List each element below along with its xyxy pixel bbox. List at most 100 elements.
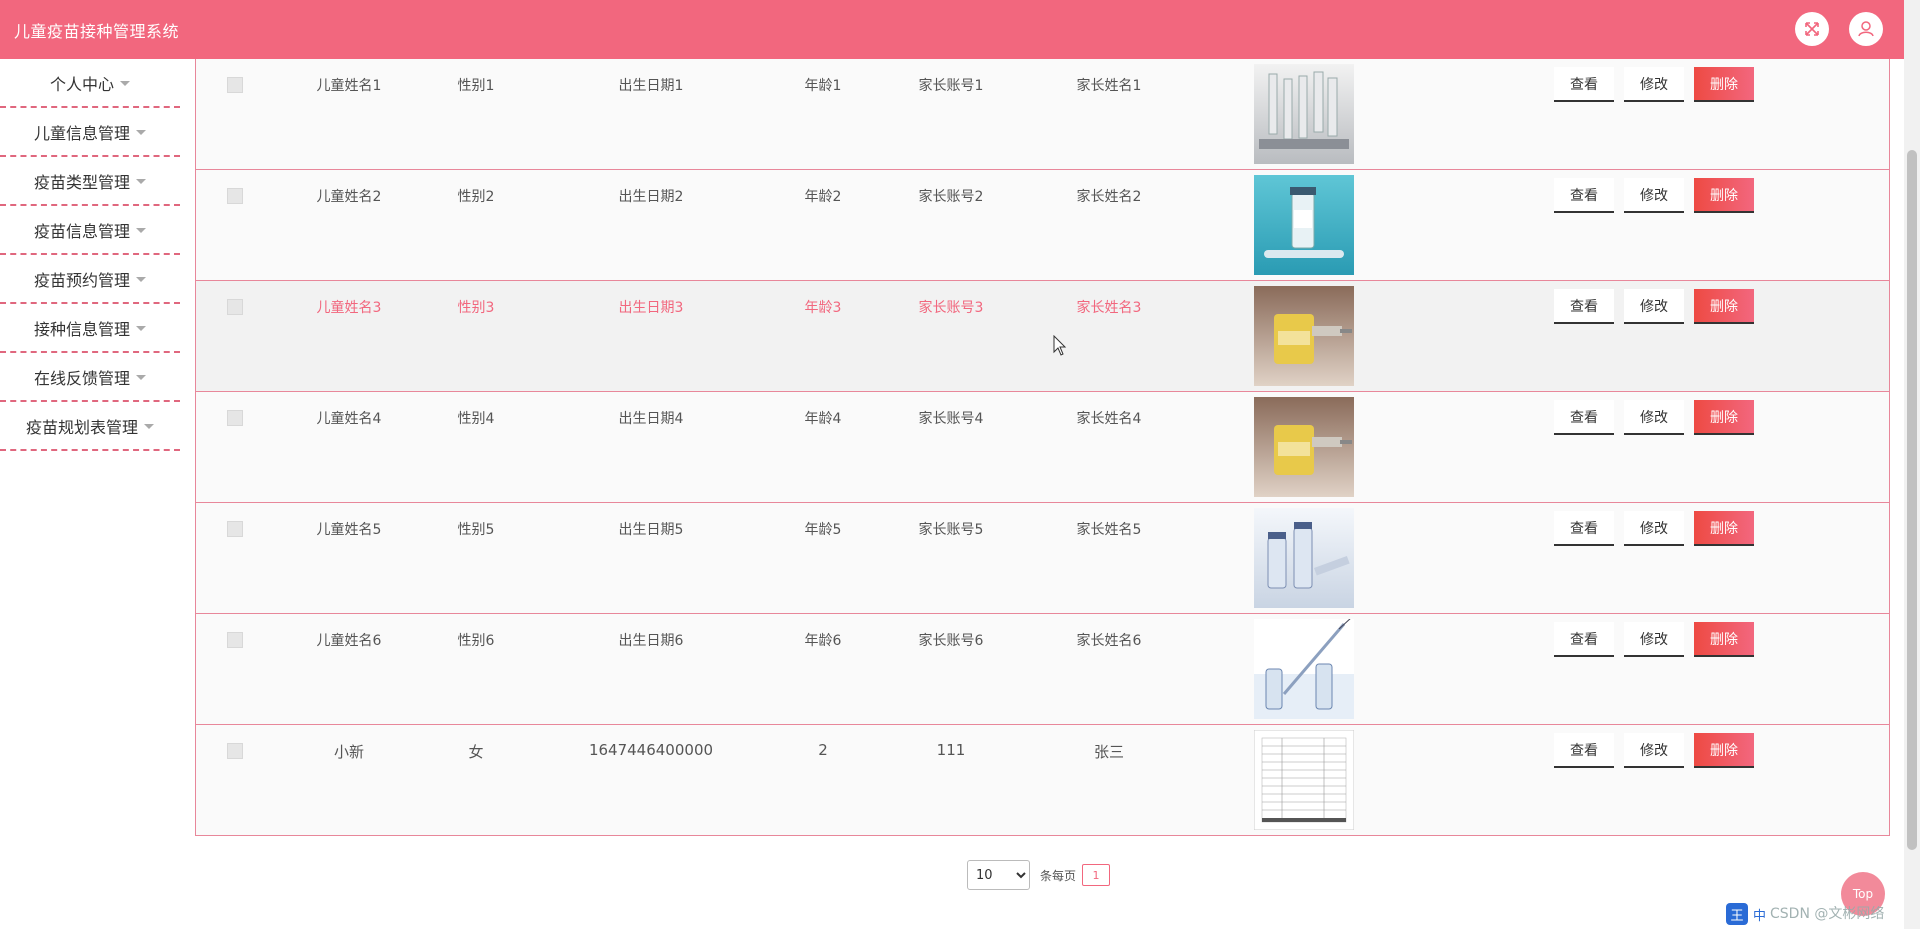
sidebar-item-vaccination-info[interactable]: 接种信息管理	[0, 304, 180, 353]
chevron-down-icon	[136, 326, 146, 331]
view-button[interactable]: 查看	[1554, 511, 1614, 546]
parent-account: 家长账号1	[918, 78, 984, 94]
parent-name: 家长姓名6	[1076, 633, 1142, 649]
fullscreen-button[interactable]	[1795, 12, 1829, 46]
vaccine-photo	[1254, 64, 1354, 164]
vaccine-photo	[1254, 619, 1354, 719]
parent-name: 家长姓名5	[1076, 522, 1142, 538]
sidebar: 个人中心 儿童信息管理 疫苗类型管理 疫苗信息管理 疫苗预约管理 接种信息管理 …	[0, 59, 180, 929]
sidebar-item-personal-center[interactable]: 个人中心	[0, 59, 180, 108]
view-button[interactable]: 查看	[1554, 400, 1614, 435]
edit-button[interactable]: 修改	[1624, 733, 1684, 768]
user-button[interactable]	[1849, 12, 1883, 46]
delete-button[interactable]: 删除	[1694, 622, 1754, 657]
table-row[interactable]: 儿童姓名5 性别5 出生日期5 年龄5 家长账号5 家长姓名5 查看 修改 删除	[196, 503, 1889, 614]
chevron-down-icon	[120, 81, 130, 86]
page-size-select[interactable]: 10 20 50 100	[967, 860, 1030, 890]
parent-account: 家长账号2	[918, 189, 984, 205]
row-checkbox[interactable]	[227, 299, 243, 315]
edit-button[interactable]: 修改	[1624, 511, 1684, 546]
delete-button[interactable]: 删除	[1694, 733, 1754, 768]
mouse-cursor-icon	[1053, 335, 1067, 356]
edit-button[interactable]: 修改	[1624, 400, 1684, 435]
page-number-button[interactable]: 1	[1082, 864, 1111, 886]
child-name: 小新	[333, 743, 365, 761]
chevron-down-icon	[136, 179, 146, 184]
edit-button[interactable]: 修改	[1624, 622, 1684, 657]
sidebar-item-label: 疫苗规划表管理	[25, 417, 138, 437]
birth-date: 出生日期6	[618, 633, 684, 649]
view-button[interactable]: 查看	[1554, 67, 1614, 102]
parent-account: 家长账号5	[918, 522, 984, 538]
sidebar-item-label: 儿童信息管理	[33, 123, 130, 143]
delete-button[interactable]: 删除	[1694, 289, 1754, 324]
per-page-label: 条每页	[1040, 868, 1077, 883]
delete-button[interactable]: 删除	[1694, 511, 1754, 546]
sidebar-item-feedback[interactable]: 在线反馈管理	[0, 353, 180, 402]
table-row[interactable]: 儿童姓名3 性别3 出生日期3 年龄3 家长账号3 家长姓名3 查看 修改 删除	[196, 281, 1889, 392]
gender: 性别2	[457, 189, 495, 205]
birth-date: 1647446400000	[588, 741, 714, 759]
sidebar-item-vaccine-appointment[interactable]: 疫苗预约管理	[0, 255, 180, 304]
delete-button[interactable]: 删除	[1694, 400, 1754, 435]
edit-button[interactable]: 修改	[1624, 178, 1684, 213]
birth-date: 出生日期4	[618, 411, 684, 427]
system-tray: 王 中	[1726, 903, 1766, 925]
delete-button[interactable]: 删除	[1694, 67, 1754, 102]
children-table: 儿童姓名1 性别1 出生日期1 年龄1 家长账号1 家长姓名1 查看 修改 删除…	[195, 59, 1890, 836]
ime-icon[interactable]: 王	[1726, 903, 1748, 925]
edit-button[interactable]: 修改	[1624, 289, 1684, 324]
document-thumbnail	[1254, 730, 1354, 830]
row-checkbox[interactable]	[227, 77, 243, 93]
table-row[interactable]: 小新 女 1647446400000 2 111 张三 查看 修改 删除	[196, 725, 1889, 836]
sidebar-item-label: 疫苗类型管理	[33, 172, 130, 192]
parent-name: 家长姓名4	[1076, 411, 1142, 427]
child-name: 儿童姓名2	[316, 189, 382, 205]
table-row[interactable]: 儿童姓名6 性别6 出生日期6 年龄6 家长账号6 家长姓名6 查看 修改 删除	[196, 614, 1889, 725]
sidebar-item-vaccine-type[interactable]: 疫苗类型管理	[0, 157, 180, 206]
view-button[interactable]: 查看	[1554, 733, 1614, 768]
sidebar-item-vaccine-info[interactable]: 疫苗信息管理	[0, 206, 180, 255]
child-name: 儿童姓名5	[316, 522, 382, 538]
scrollbar-thumb[interactable]	[1907, 150, 1917, 850]
age: 年龄4	[804, 411, 842, 427]
chevron-down-icon	[136, 130, 146, 135]
chevron-down-icon	[136, 375, 146, 380]
vertical-scrollbar[interactable]	[1904, 0, 1920, 929]
top-header: 儿童疫苗接种管理系统	[0, 0, 1904, 59]
row-checkbox[interactable]	[227, 632, 243, 648]
view-button[interactable]: 查看	[1554, 622, 1614, 657]
vaccine-photo	[1254, 286, 1354, 386]
sidebar-item-vaccine-plan[interactable]: 疫苗规划表管理	[0, 402, 180, 451]
user-icon	[1858, 21, 1874, 37]
age: 年龄5	[804, 522, 842, 538]
delete-button[interactable]: 删除	[1694, 178, 1754, 213]
sidebar-item-label: 在线反馈管理	[33, 368, 130, 388]
birth-date: 出生日期5	[618, 522, 684, 538]
table-row[interactable]: 儿童姓名2 性别2 出生日期2 年龄2 家长账号2 家长姓名2 查看 修改 删除	[196, 170, 1889, 281]
vaccine-photo	[1254, 508, 1354, 608]
age: 2	[818, 741, 828, 759]
sidebar-item-label: 疫苗预约管理	[33, 270, 130, 290]
table-row[interactable]: 儿童姓名1 性别1 出生日期1 年龄1 家长账号1 家长姓名1 查看 修改 删除	[196, 59, 1889, 170]
age: 年龄3	[804, 300, 842, 316]
table-row[interactable]: 儿童姓名4 性别4 出生日期4 年龄4 家长账号4 家长姓名4 查看 修改 删除	[196, 392, 1889, 503]
row-checkbox[interactable]	[227, 521, 243, 537]
sidebar-item-child-info[interactable]: 儿童信息管理	[0, 108, 180, 157]
row-checkbox[interactable]	[227, 188, 243, 204]
parent-name: 家长姓名2	[1076, 189, 1142, 205]
age: 年龄6	[804, 633, 842, 649]
parent-name: 家长姓名1	[1076, 78, 1142, 94]
row-checkbox[interactable]	[227, 743, 243, 759]
chevron-down-icon	[144, 424, 154, 429]
parent-account: 111	[936, 741, 966, 759]
edit-button[interactable]: 修改	[1624, 67, 1684, 102]
ime-mode-icon[interactable]: 中	[1753, 905, 1766, 924]
app-title: 儿童疫苗接种管理系统	[14, 22, 180, 41]
gender: 女	[468, 743, 484, 761]
view-button[interactable]: 查看	[1554, 178, 1614, 213]
row-checkbox[interactable]	[227, 410, 243, 426]
sidebar-item-label: 个人中心	[49, 74, 114, 94]
view-button[interactable]: 查看	[1554, 289, 1614, 324]
birth-date: 出生日期1	[618, 78, 684, 94]
